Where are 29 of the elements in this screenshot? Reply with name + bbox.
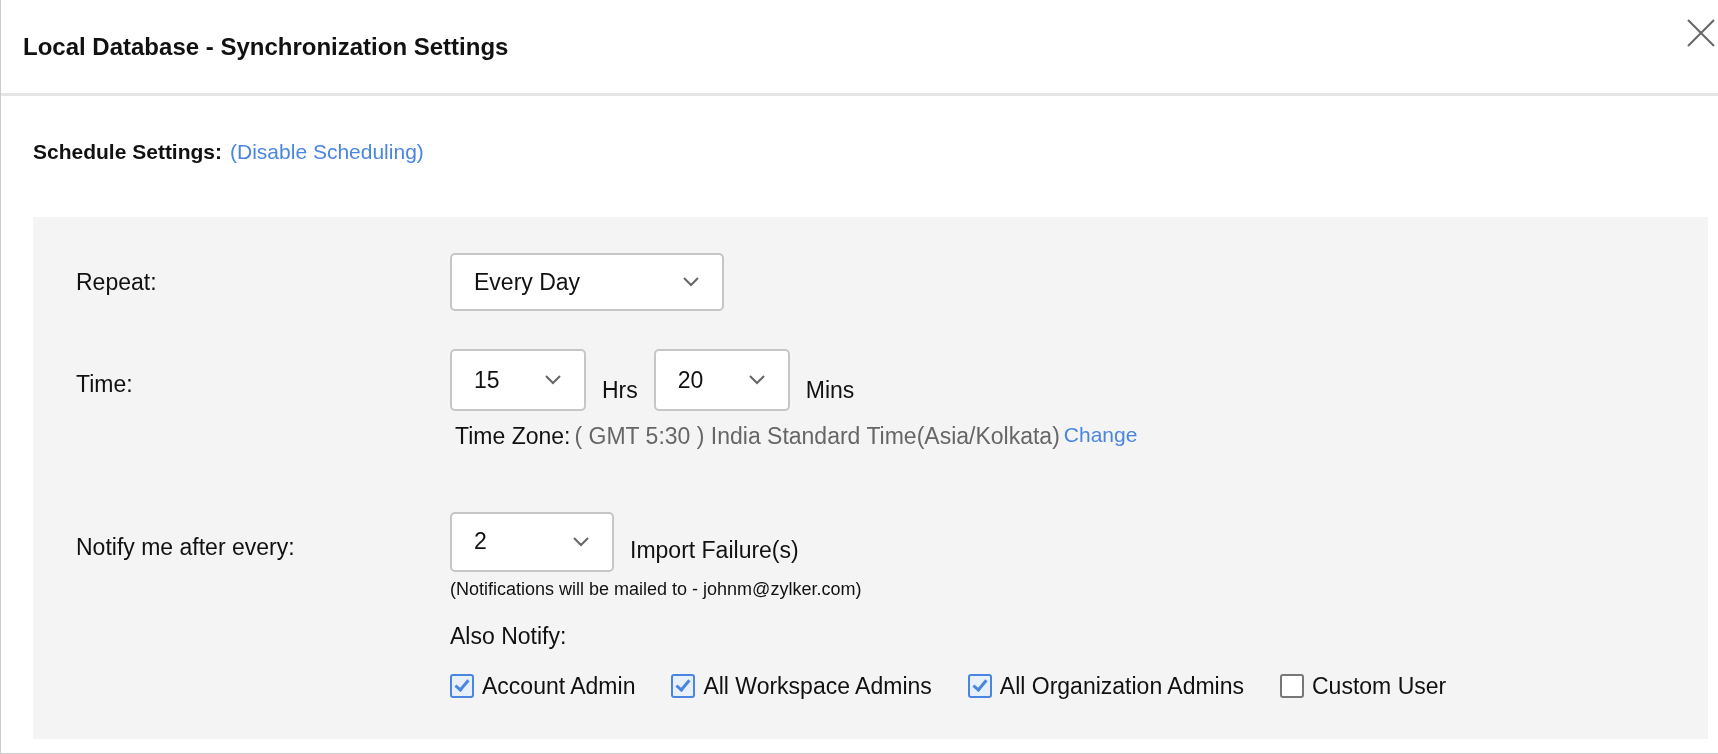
checkbox-label: Account Admin	[482, 672, 636, 701]
checkbox[interactable]	[671, 674, 696, 699]
caret-icon	[682, 276, 700, 288]
checkbox[interactable]	[967, 674, 992, 699]
dialog-title: Local Database - Synchronization Settings	[23, 31, 509, 62]
checkbox[interactable]	[450, 674, 474, 699]
unit-label: Import Failure(s)	[630, 536, 799, 565]
caret-icon	[572, 535, 590, 548]
checkbox[interactable]	[1280, 674, 1304, 699]
section-label: Schedule Settings:	[33, 139, 223, 165]
disable-scheduling-link[interactable]: (Disable Scheduling)	[230, 136, 424, 217]
time-zone-value: ( GMT 5:30 ) India Standard Time(Asia/Kolkata)	[574, 422, 1060, 451]
notification-note: (Notifications will be mailed to - johnm@zylker.com)	[450, 577, 863, 601]
field-label: Repeat:	[76, 267, 158, 297]
unit-label: Mins	[805, 375, 855, 405]
checkbox-label: All Workspace Admins	[703, 672, 932, 701]
hours-dropdown[interactable]: 15	[450, 349, 586, 411]
minutes-dropdown[interactable]: 20	[653, 349, 790, 411]
checkbox-label: Custom User	[1312, 672, 1447, 701]
caret-icon	[544, 374, 562, 386]
caret-icon	[747, 374, 766, 386]
checkbox-label: All Organization Admins	[999, 672, 1244, 701]
also-notify-label: Also Notify:	[450, 621, 568, 651]
field-label: Time:	[76, 370, 134, 399]
field-label: Notify me after every:	[76, 532, 296, 562]
time-zone-label: Time Zone:	[455, 422, 571, 451]
repeat-dropdown[interactable]: Every Day	[450, 253, 724, 311]
unit-label: Hrs	[602, 375, 638, 405]
failure-count-dropdown[interactable]: 2	[450, 511, 614, 572]
